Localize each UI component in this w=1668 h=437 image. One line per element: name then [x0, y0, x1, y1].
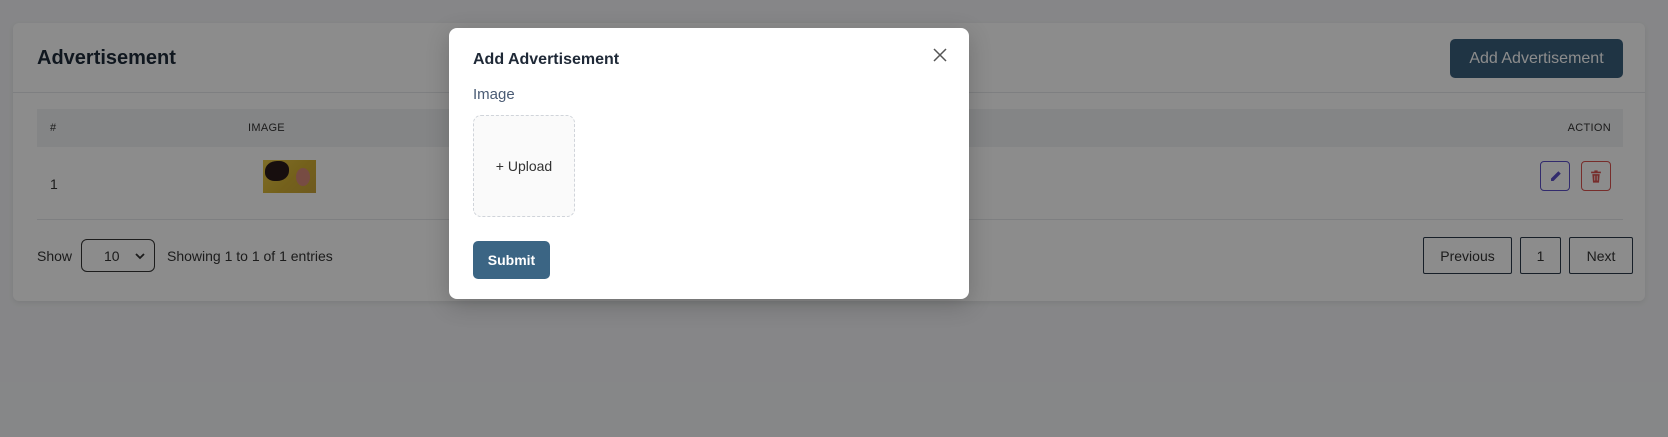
upload-label: + Upload	[495, 158, 553, 174]
close-button[interactable]	[930, 45, 950, 65]
image-field-label: Image	[473, 86, 515, 103]
submit-button[interactable]: Submit	[473, 241, 550, 279]
advertisement-page: Advertisement Add Advertisement # IMAGE …	[0, 0, 1668, 437]
close-icon	[933, 48, 947, 62]
image-upload[interactable]: + Upload	[473, 115, 575, 217]
add-advertisement-modal: Add Advertisement Image + Upload Submit	[449, 28, 969, 299]
modal-title: Add Advertisement	[473, 51, 620, 68]
